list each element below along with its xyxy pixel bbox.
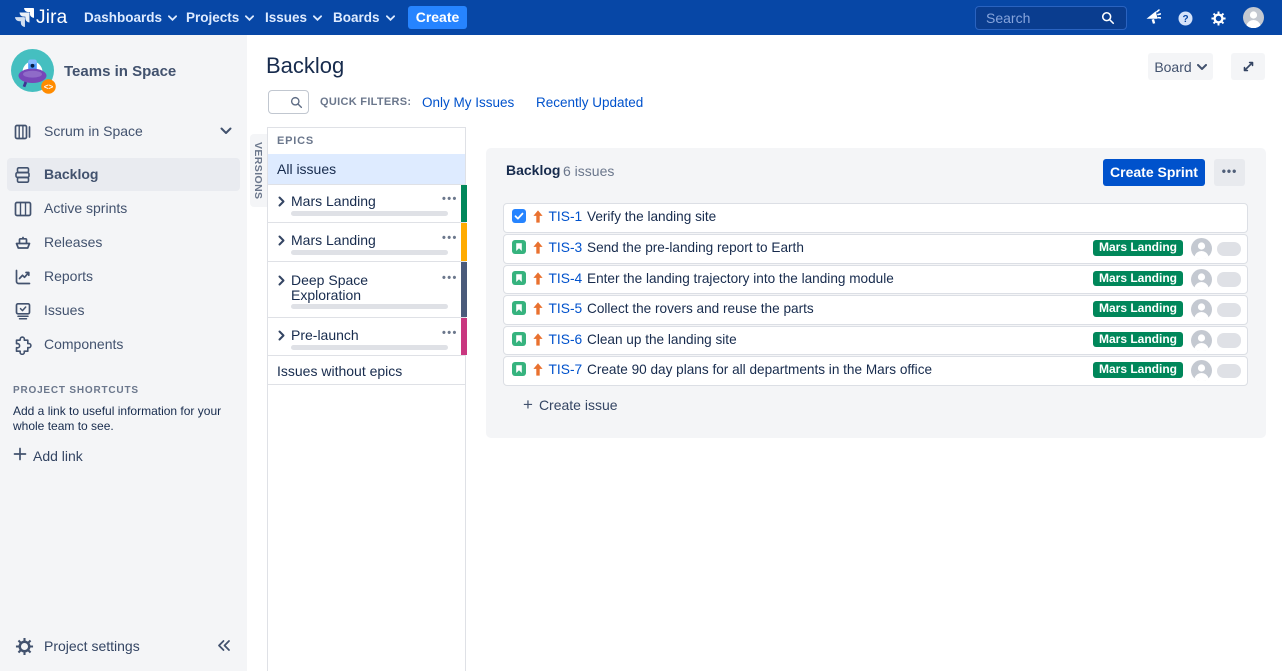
svg-text:<>: <>	[44, 82, 54, 91]
svg-text:?: ?	[1182, 14, 1188, 25]
